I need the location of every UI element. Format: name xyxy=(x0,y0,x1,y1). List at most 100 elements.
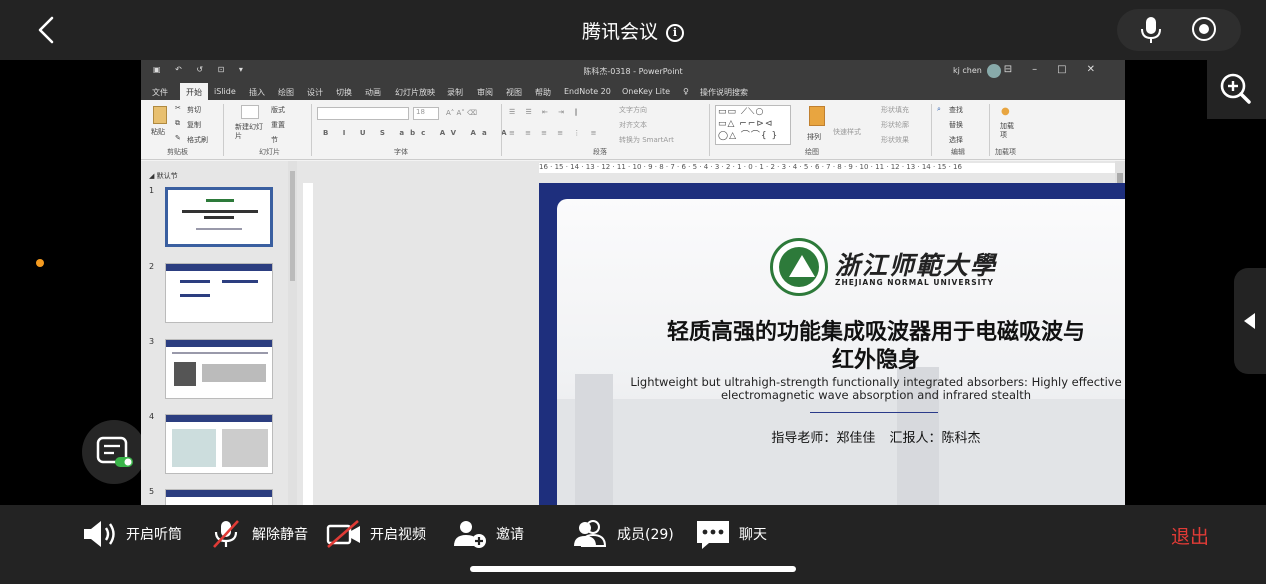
video-button[interactable]: 开启视频 xyxy=(326,519,426,549)
tab-animations[interactable]: 动画 xyxy=(365,87,381,98)
tab-slideshow[interactable]: 幻灯片放映 xyxy=(395,87,435,98)
home-indicator[interactable] xyxy=(470,566,796,572)
scissors-icon: ✂ xyxy=(175,104,181,112)
shape-outline-button[interactable]: 形状轮廓 xyxy=(881,120,909,130)
group-slides: 幻灯片 xyxy=(259,148,280,156)
tab-home[interactable]: 开始 xyxy=(180,83,208,101)
text-direction-button[interactable]: 文字方向 xyxy=(619,105,647,115)
campus-background xyxy=(557,399,1125,505)
thumb-line xyxy=(206,199,234,202)
shape-effects-button[interactable]: 形状效果 xyxy=(881,135,909,145)
font-size-grow-shrink[interactable]: A˄ A˅ ⌫ xyxy=(446,109,477,117)
new-slide-button[interactable]: 新建幻灯片 xyxy=(235,123,265,141)
section-header[interactable]: ◢ 默认节 xyxy=(149,171,178,181)
font-format-buttons[interactable]: B I U S abc AV Aa A xyxy=(323,129,513,137)
collapse-panel-arrow-icon[interactable] xyxy=(1234,268,1266,374)
video-label: 开启视频 xyxy=(370,527,426,543)
thumb-image xyxy=(172,429,216,467)
layout-button[interactable]: 版式 xyxy=(271,105,285,115)
speaker-icon xyxy=(84,521,115,547)
tab-help[interactable]: 帮助 xyxy=(535,87,551,98)
quick-styles-button[interactable]: 快速样式 xyxy=(833,127,861,137)
university-name-cn: 浙江师範大學 xyxy=(835,251,998,280)
exit-button[interactable]: 退出 xyxy=(1171,522,1209,549)
tab-endnote[interactable]: EndNote 20 xyxy=(564,87,611,96)
top-controls-pill xyxy=(1117,9,1241,51)
tencent-meeting-app: 腾讯会议 i ▣ ↶ ↺ ⊡ ▾ 陈科杰-0318 - PowerPoint k… xyxy=(0,0,1266,584)
find-button[interactable]: 查找 xyxy=(949,105,963,115)
shapes-gallery[interactable]: ▭▭ ⟋⟍○ ▭△ ⌐⌐⊳⊲ ◯△ ⌒⌒{ } xyxy=(715,105,791,145)
smartart-button[interactable]: 转换为 SmartArt xyxy=(619,135,674,145)
arrange-button[interactable]: 排列 xyxy=(807,132,821,142)
university-name-en: ZHEJIANG NORMAL UNIVERSITY xyxy=(835,278,994,287)
chat-button[interactable]: 聊天 xyxy=(695,519,767,549)
thumb-image xyxy=(222,429,268,467)
reset-button[interactable]: 重置 xyxy=(271,120,285,130)
thumb-line xyxy=(196,228,242,230)
tab-transitions[interactable]: 切换 xyxy=(336,87,352,98)
thumb-image xyxy=(174,362,196,386)
tab-file[interactable]: 文件 xyxy=(152,87,168,98)
slide-editor-canvas: 16 · 15 · 14 · 13 · 12 · 11 · 10 · 9 · 8… xyxy=(299,161,1125,505)
tell-me-search[interactable]: 操作说明搜索 xyxy=(700,87,748,98)
tab-record[interactable]: 录制 xyxy=(447,87,463,98)
slide-thumbnail-4[interactable] xyxy=(165,414,273,474)
floating-chat-button[interactable] xyxy=(82,420,146,484)
tab-islide[interactable]: iSlide xyxy=(214,87,236,96)
cut-button[interactable]: 剪切 xyxy=(187,105,201,115)
members-button[interactable]: 成员(29) xyxy=(573,519,674,549)
tab-view[interactable]: 视图 xyxy=(506,87,522,98)
font-size-field[interactable]: 18 xyxy=(413,107,439,120)
slide-thumbnail-2[interactable] xyxy=(165,263,273,323)
zoom-in-icon xyxy=(1220,73,1251,104)
paste-button[interactable]: 粘贴 xyxy=(151,127,165,137)
slide-thumbnail-5[interactable] xyxy=(165,489,273,505)
slide-thumbnails-pane: ◢ 默认节 1 2 3 4 5 xyxy=(141,161,299,505)
zoom-button[interactable] xyxy=(1207,60,1266,119)
slide-thumbnail-3[interactable] xyxy=(165,339,273,399)
members-icon xyxy=(574,520,607,547)
tab-design[interactable]: 设计 xyxy=(307,87,323,98)
add-user-icon xyxy=(454,521,486,548)
unmute-button[interactable]: 解除静音 xyxy=(208,519,308,549)
invite-button[interactable]: 邀请 xyxy=(452,519,524,549)
tab-review[interactable]: 审阅 xyxy=(477,87,493,98)
group-addins: 加载项 xyxy=(995,148,1016,156)
tab-draw[interactable]: 绘图 xyxy=(278,87,294,98)
window-controls[interactable]: ⊟–□✕ xyxy=(1004,64,1115,75)
top-bar: 腾讯会议 i xyxy=(0,0,1266,60)
microphone-icon[interactable] xyxy=(1140,16,1162,44)
align-text-button[interactable]: 对齐文本 xyxy=(619,120,647,130)
addin-button[interactable]: 加载项 xyxy=(1000,122,1020,140)
section-button[interactable]: 节 xyxy=(271,135,278,145)
list-buttons[interactable]: ☰ ☰ ⇤ ⇥ ‖ xyxy=(509,108,582,116)
horizontal-ruler: 16 · 15 · 14 · 13 · 12 · 11 · 10 · 9 · 8… xyxy=(539,163,1125,173)
replace-button[interactable]: 替换 xyxy=(949,120,963,130)
paste-icon xyxy=(153,106,167,124)
avatar[interactable] xyxy=(987,64,1001,78)
brush-icon: ✎ xyxy=(175,134,181,142)
info-icon[interactable]: i xyxy=(666,24,684,42)
slide-thumbnail-1[interactable] xyxy=(165,187,273,247)
select-button[interactable]: 选择 xyxy=(949,135,963,145)
user-name: kj chen xyxy=(953,66,982,75)
tab-onekey[interactable]: OneKey Lite xyxy=(622,87,670,96)
copy-button[interactable]: 复制 xyxy=(187,120,201,130)
align-buttons[interactable]: ≡ ≡ ≡ ≡ ⋮ ≡ xyxy=(509,129,600,137)
speaker-button[interactable]: 开启听筒 xyxy=(82,519,182,549)
font-name-field[interactable] xyxy=(317,107,409,120)
tab-insert[interactable]: 插入 xyxy=(249,87,265,98)
current-slide[interactable]: 浙江师範大學 ZHEJIANG NORMAL UNIVERSITY 轻质高强的功… xyxy=(539,183,1125,505)
members-label: 成员(29) xyxy=(617,527,674,543)
vertical-ruler xyxy=(303,183,313,505)
bottom-toolbar: 开启听筒 解除静音 开启视频 邀请 成员(29) 聊天 退出 xyxy=(0,505,1266,584)
shape-fill-button[interactable]: 形状填充 xyxy=(881,105,909,115)
thumbnails-scrollbar[interactable] xyxy=(288,161,297,505)
copy-icon: ⧉ xyxy=(175,119,180,127)
thumb-bar xyxy=(166,490,272,497)
format-painter-button[interactable]: 格式刷 xyxy=(187,135,208,145)
record-icon[interactable] xyxy=(1192,17,1216,41)
collapse-triangle-icon: ◢ xyxy=(149,172,157,180)
group-editing: 编辑 xyxy=(951,148,965,156)
speaker-label: 开启听筒 xyxy=(126,527,182,543)
